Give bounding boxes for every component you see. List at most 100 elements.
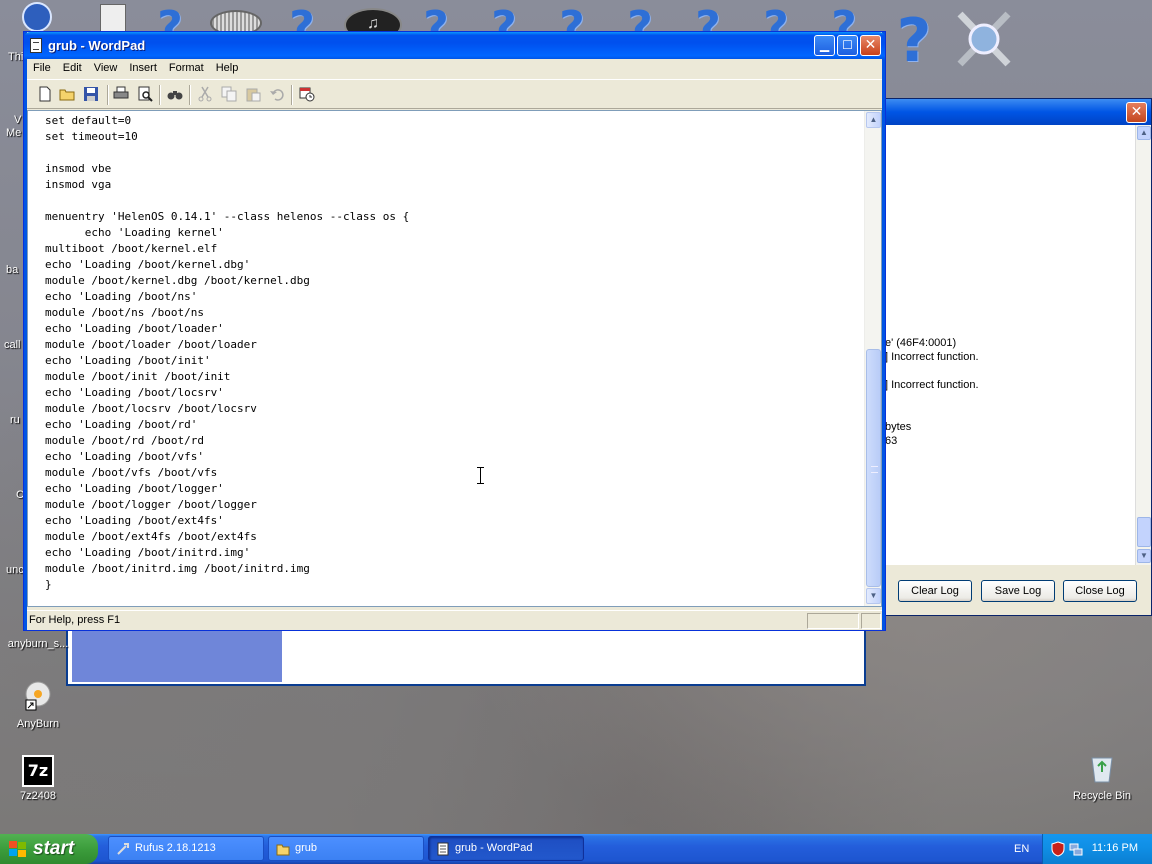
- menu-help[interactable]: Help: [210, 59, 245, 78]
- thunderbird-icon[interactable]: [22, 2, 52, 32]
- taskbar-item-grub-folder[interactable]: grub: [268, 836, 424, 861]
- log-line: ] Incorrect function.: [885, 351, 979, 363]
- rufus-log-scrollbar[interactable]: ▲ ▼: [1135, 125, 1151, 565]
- taskbar-item-wordpad[interactable]: grub - WordPad: [428, 836, 584, 861]
- document-line[interactable]: echo 'Loading /boot/vfs': [45, 449, 861, 465]
- document-line[interactable]: [45, 145, 861, 161]
- network-tray-icon[interactable]: [1069, 841, 1083, 857]
- menu-insert[interactable]: Insert: [123, 59, 163, 78]
- rufus-log-text[interactable]: e' (46F4:0001) ] Incorrect function. ] I…: [885, 125, 1137, 565]
- document-line[interactable]: echo 'Loading /boot/logger': [45, 481, 861, 497]
- scroll-up-icon[interactable]: ▲: [866, 112, 881, 128]
- scroll-up-icon[interactable]: ▲: [1137, 126, 1151, 140]
- menu-file[interactable]: File: [27, 59, 57, 78]
- wordpad-titlebar[interactable]: grub - WordPad ▁ ☐ ✕: [24, 32, 885, 59]
- status-bar: For Help, press F1: [27, 610, 882, 630]
- application-icon: [22, 617, 54, 635]
- rufus-log-window[interactable]: ✕ e' (46F4:0001) ] Incorrect function. ]…: [884, 98, 1152, 616]
- vertical-scrollbar[interactable]: ▲ ▼: [864, 111, 881, 606]
- usb-icon: [117, 843, 129, 855]
- folder-icon: [276, 844, 290, 856]
- menu-format[interactable]: Format: [163, 59, 210, 78]
- menu-view[interactable]: View: [88, 59, 124, 78]
- document-line[interactable]: set timeout=10: [45, 129, 861, 145]
- document-line[interactable]: module /boot/ns /boot/ns: [45, 305, 861, 321]
- scroll-thumb[interactable]: [1137, 517, 1151, 547]
- cut-icon[interactable]: [197, 86, 213, 102]
- wordpad-window[interactable]: grub - WordPad ▁ ☐ ✕ File Edit View Insert F…: [24, 32, 885, 630]
- find-icon[interactable]: [167, 86, 183, 102]
- toolbar-separator: [107, 85, 109, 105]
- close-icon[interactable]: ✕: [1126, 102, 1147, 123]
- new-document-icon[interactable]: [37, 86, 53, 102]
- document-line[interactable]: [45, 193, 861, 209]
- document-line[interactable]: module /boot/vfs /boot/vfs: [45, 465, 861, 481]
- date-time-icon[interactable]: [299, 86, 315, 102]
- document-line[interactable]: module /boot/loader /boot/loader: [45, 337, 861, 353]
- menu-edit[interactable]: Edit: [57, 59, 88, 78]
- document-line[interactable]: echo 'Loading /boot/locsrv': [45, 385, 861, 401]
- save-icon[interactable]: [83, 86, 99, 102]
- minimize-icon[interactable]: ▁: [814, 35, 835, 56]
- recycle-bin-icon: [1091, 757, 1113, 783]
- print-icon[interactable]: [113, 86, 129, 102]
- document-text[interactable]: set default=0 set timeout=10 insmod vbe in…: [45, 113, 861, 593]
- start-button[interactable]: start: [0, 834, 98, 864]
- scroll-thumb[interactable]: [866, 349, 881, 587]
- document-line[interactable]: module /boot/kernel.dbg /boot/kernel.dbg: [45, 273, 861, 289]
- application-icon[interactable]: [100, 4, 126, 32]
- close-log-button[interactable]: Close Log: [1063, 580, 1137, 602]
- document-line[interactable]: menuentry 'HelenOS 0.14.1' --class helen…: [45, 209, 861, 225]
- document-line[interactable]: insmod vbe: [45, 161, 861, 177]
- open-folder-icon[interactable]: [59, 86, 75, 102]
- document-line[interactable]: module /boot/locsrv /boot/locsrv: [45, 401, 861, 417]
- document-line[interactable]: multiboot /boot/kernel.elf: [45, 241, 861, 257]
- desktop-icon-anyburn-setup[interactable]: anyburn_s...: [0, 617, 76, 650]
- taskbar-item-rufus[interactable]: Rufus 2.18.1213: [108, 836, 264, 861]
- log-line: 63: [885, 435, 898, 447]
- document-editor[interactable]: set default=0 set timeout=10 insmod vbe in…: [27, 110, 882, 607]
- undo-icon[interactable]: [269, 86, 285, 102]
- save-log-button[interactable]: Save Log: [981, 580, 1055, 602]
- document-line[interactable]: echo 'Loading kernel': [45, 225, 861, 241]
- desktop-icon-7zip[interactable]: 7z 7z2408: [0, 755, 76, 802]
- document-line[interactable]: }: [45, 577, 861, 593]
- tools-icon[interactable]: [954, 8, 1014, 70]
- document-line[interactable]: echo 'Loading /boot/kernel.dbg': [45, 257, 861, 273]
- rufus-log-titlebar[interactable]: ✕: [885, 99, 1151, 125]
- window-title: grub - WordPad: [48, 38, 146, 53]
- print-preview-icon[interactable]: [137, 86, 153, 102]
- security-shield-icon[interactable]: [1051, 841, 1065, 857]
- document-line[interactable]: echo 'Loading /boot/loader': [45, 321, 861, 337]
- resize-grip-icon[interactable]: [861, 613, 881, 629]
- clock[interactable]: 11:16 PM: [1092, 842, 1138, 854]
- scroll-down-icon[interactable]: ▼: [866, 588, 881, 604]
- clear-log-button[interactable]: Clear Log: [898, 580, 972, 602]
- copy-icon[interactable]: [221, 86, 237, 102]
- document-line[interactable]: echo 'Loading /boot/ext4fs': [45, 513, 861, 529]
- log-line: ] Incorrect function.: [885, 379, 979, 391]
- document-line[interactable]: module /boot/rd /boot/rd: [45, 433, 861, 449]
- scroll-down-icon[interactable]: ▼: [1137, 549, 1151, 563]
- log-line: bytes: [885, 421, 912, 433]
- desktop-label: ba: [6, 264, 19, 276]
- help-icon[interactable]: ?: [894, 6, 934, 76]
- language-indicator[interactable]: EN: [1014, 843, 1029, 855]
- document-line[interactable]: module /boot/initrd.img /boot/initrd.img: [45, 561, 861, 577]
- document-line[interactable]: module /boot/init /boot/init: [45, 369, 861, 385]
- maximize-icon[interactable]: ☐: [837, 35, 858, 56]
- text-cursor-icon: [477, 467, 484, 484]
- close-icon[interactable]: ✕: [860, 35, 881, 56]
- paste-icon[interactable]: [245, 86, 261, 102]
- desktop-icon-recycle-bin[interactable]: Recycle Bin: [1064, 752, 1140, 802]
- document-line[interactable]: module /boot/logger /boot/logger: [45, 497, 861, 513]
- desktop-icon-anyburn[interactable]: AnyBurn: [0, 680, 76, 730]
- document-line[interactable]: echo 'Loading /boot/init': [45, 353, 861, 369]
- document-line[interactable]: echo 'Loading /boot/ns': [45, 289, 861, 305]
- document-line[interactable]: set default=0: [45, 113, 861, 129]
- document-line[interactable]: module /boot/ext4fs /boot/ext4fs: [45, 529, 861, 545]
- taskbar: start Rufus 2.18.1213 grub grub - WordPa…: [0, 834, 1152, 864]
- document-line[interactable]: echo 'Loading /boot/initrd.img': [45, 545, 861, 561]
- document-line[interactable]: echo 'Loading /boot/rd': [45, 417, 861, 433]
- document-line[interactable]: insmod vga: [45, 177, 861, 193]
